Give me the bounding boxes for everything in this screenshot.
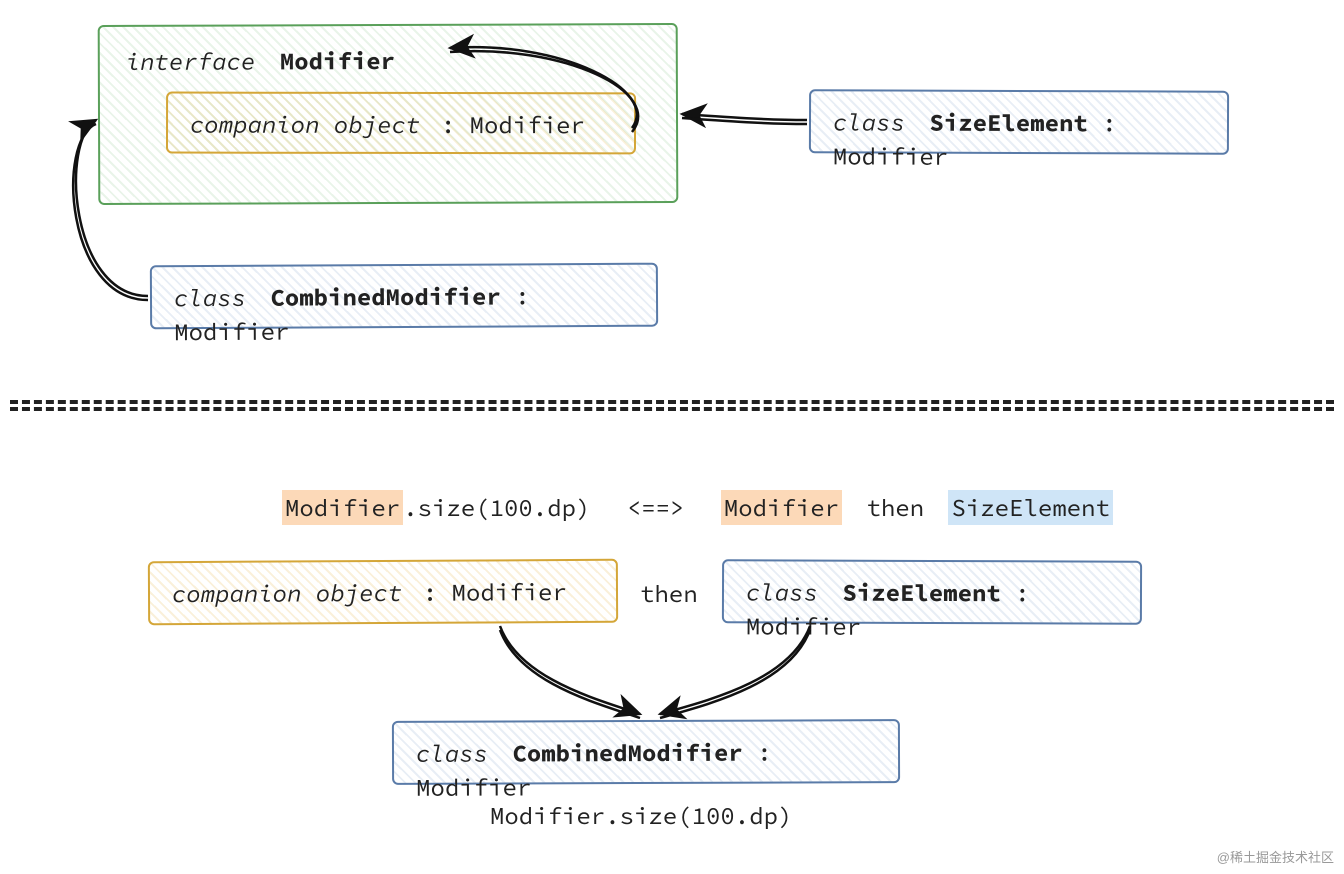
result-expression: Modifier.size(100.dp): [490, 800, 792, 831]
companion-type: : Modifier: [441, 109, 585, 140]
class-name: CombinedModifier: [270, 280, 501, 312]
class-name: SizeElement: [929, 107, 1088, 139]
companion-object-box: companion object : Modifier: [166, 91, 636, 154]
class-name-c: CombinedModifier: [512, 737, 743, 769]
expr-equiv: <==>: [627, 492, 685, 523]
expr-rhs-modifier: Modifier: [721, 490, 842, 525]
interface-keyword: interface: [126, 45, 256, 76]
section-divider: [0, 400, 1344, 412]
then-label: then: [640, 578, 698, 609]
expr-modifier-hl: Modifier: [282, 490, 403, 525]
expr-sizeelement: SizeElement: [948, 490, 1112, 525]
class-keyword: class: [833, 106, 905, 137]
size-element-box-top: class SizeElement : Modifier: [809, 89, 1229, 154]
expression-line: Modifier.size(100.dp) <==> Modifier then…: [282, 492, 1113, 523]
class-name-b: SizeElement: [842, 577, 1001, 609]
companion-type-b: : Modifier: [423, 576, 567, 608]
class-keyword-c: class: [416, 738, 488, 769]
interface-name: Modifier: [280, 45, 395, 76]
size-element-box-bottom: class SizeElement : Modifier: [722, 559, 1142, 624]
expr-then: then: [866, 492, 924, 523]
combined-modifier-box-top: class CombinedModifier : Modifier: [150, 263, 658, 330]
companion-keyword: companion object: [190, 108, 420, 139]
interface-modifier-box: interface Modifier companion object : Mo…: [98, 23, 679, 205]
class-keyword-b: class: [746, 576, 818, 607]
companion-keyword-b: companion object: [172, 577, 403, 609]
watermark-text: @稀土掘金技术社区: [1217, 847, 1334, 866]
companion-object-box-bottom: companion object : Modifier: [148, 559, 618, 625]
combined-modifier-box-bottom: class CombinedModifier : Modifier: [392, 719, 900, 785]
expr-size-call: .size(100.dp): [403, 492, 590, 523]
class-keyword: class: [174, 282, 246, 313]
